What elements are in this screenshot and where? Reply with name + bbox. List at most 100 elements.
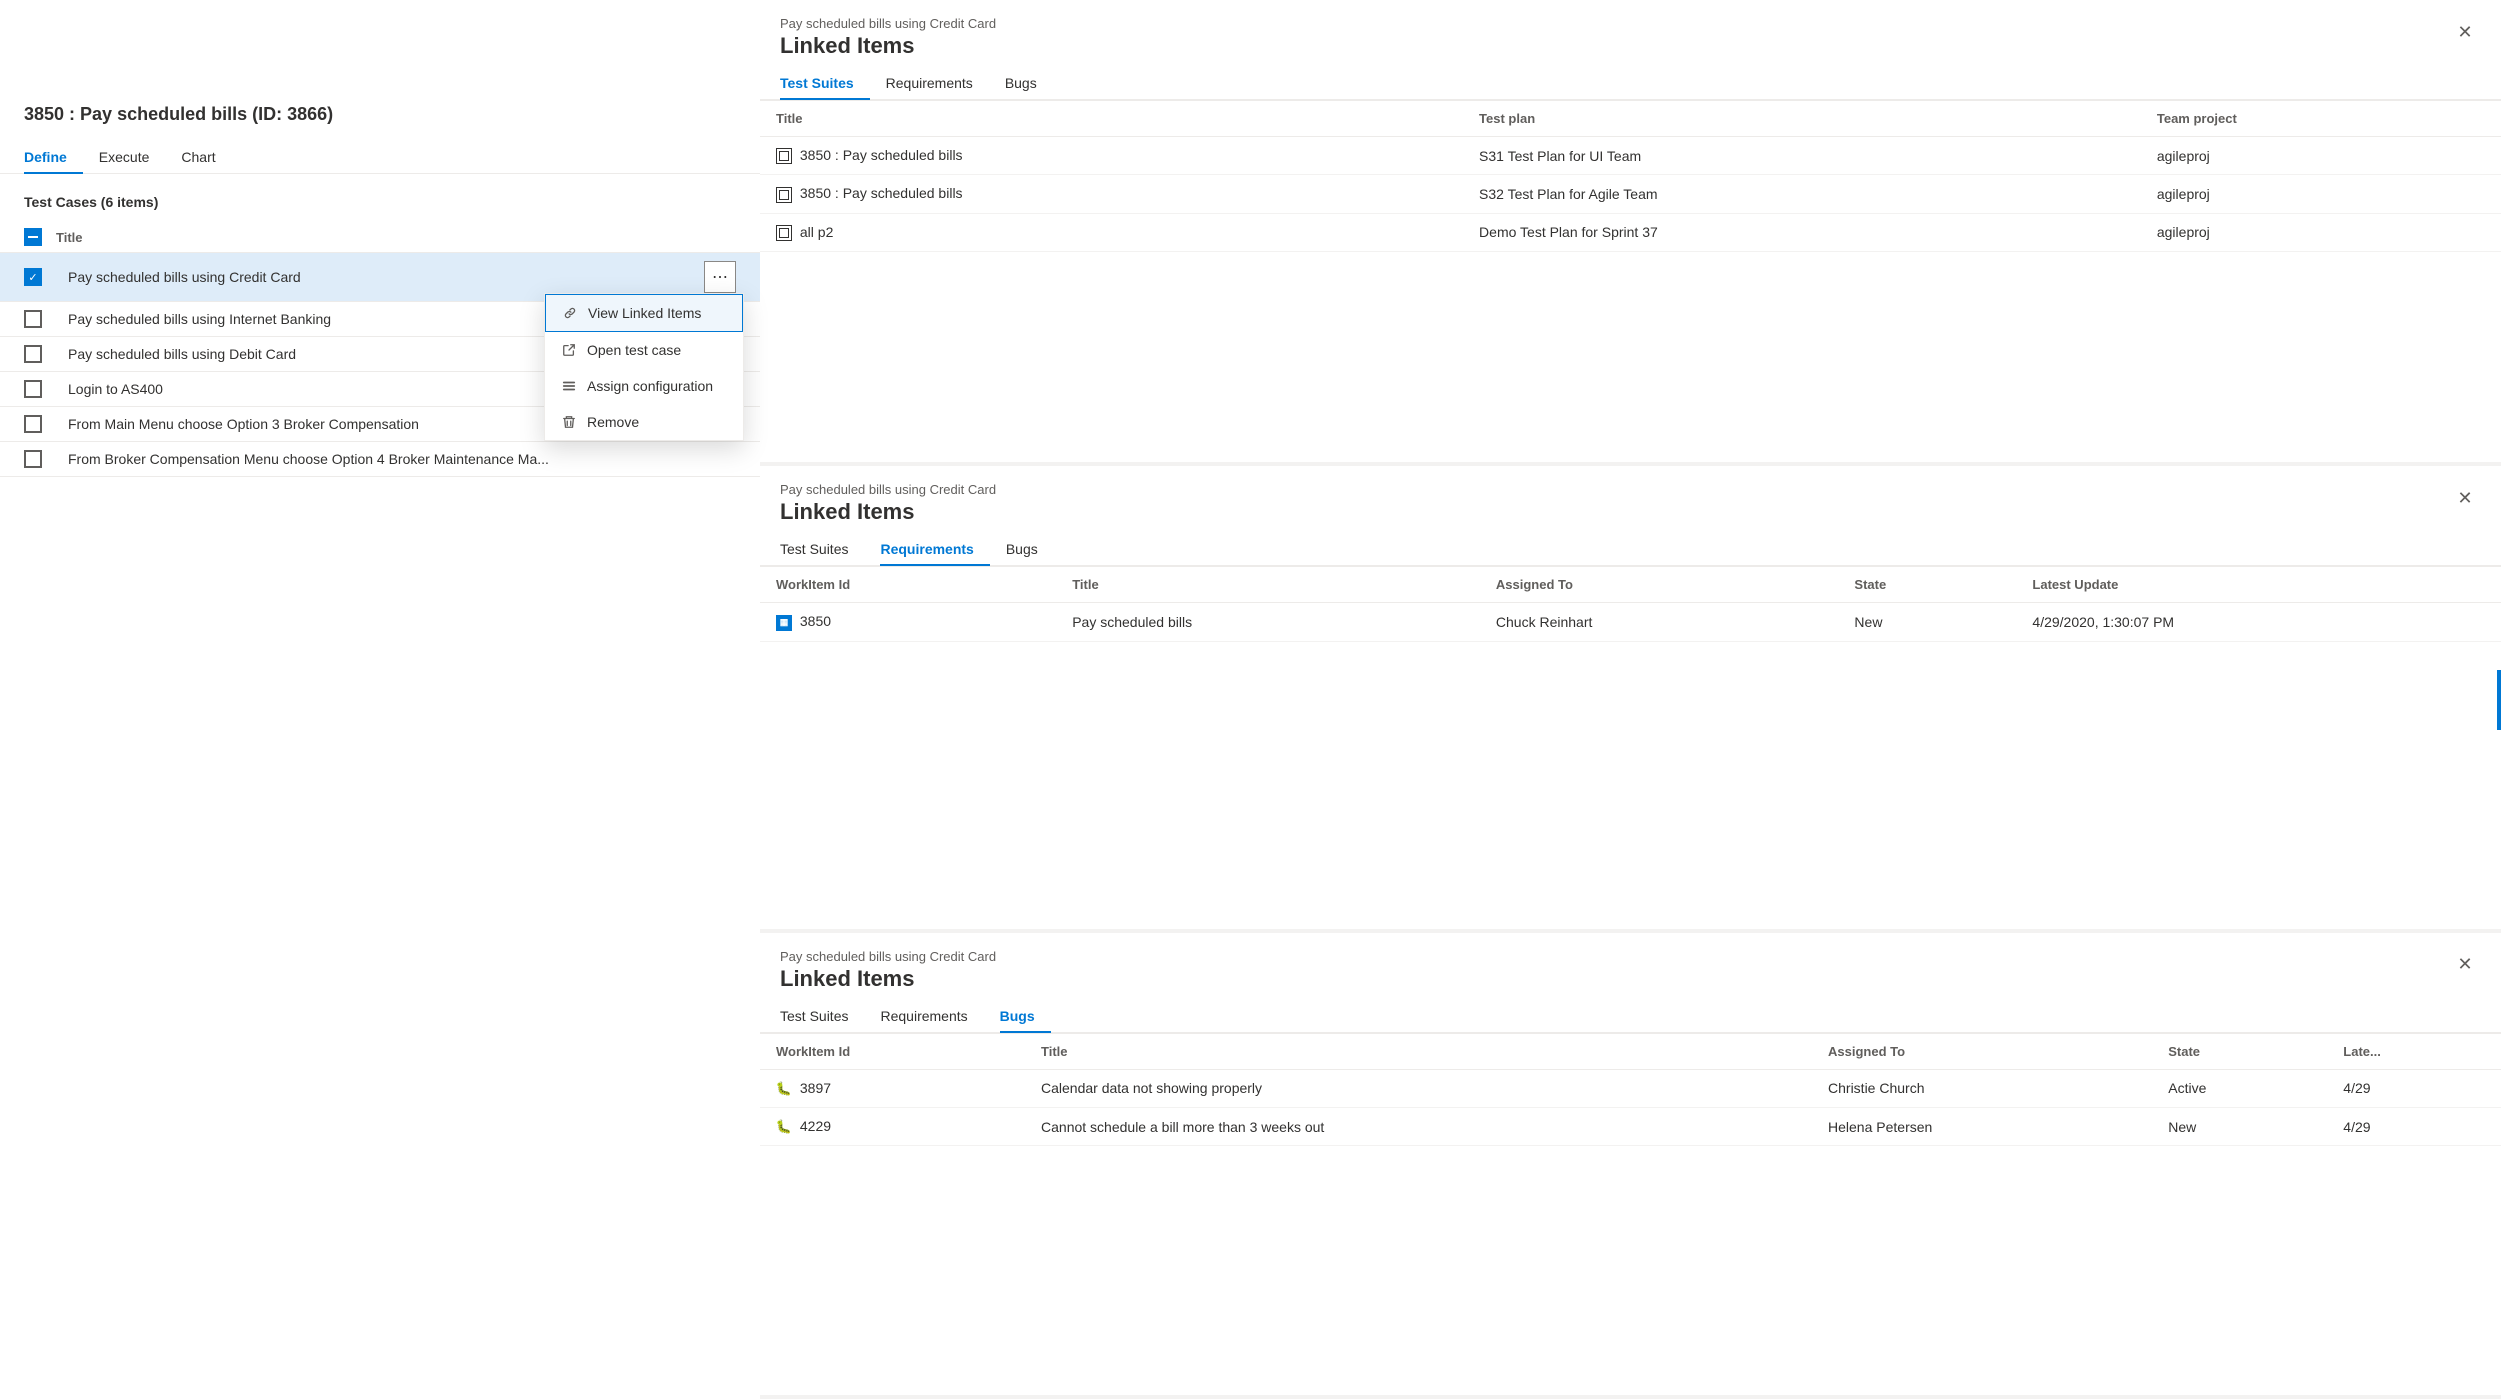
row-checkbox[interactable] bbox=[24, 415, 42, 433]
panel-3-cell-update: 4/29 bbox=[2327, 1107, 2501, 1145]
linked-items-panel-2: Pay scheduled bills using Credit Card Li… bbox=[760, 466, 2501, 928]
open-icon bbox=[561, 342, 577, 358]
remove-label: Remove bbox=[587, 414, 639, 430]
panel-2-row: ▦ 3850 Pay scheduled bills Chuck Reinhar… bbox=[760, 603, 2501, 641]
context-menu-item-remove[interactable]: Remove bbox=[545, 404, 743, 440]
panel-3-row: 🐛 3897 Calendar data not showing properl… bbox=[760, 1069, 2501, 1107]
panel-1-cell-testplan: Demo Test Plan for Sprint 37 bbox=[1463, 213, 2141, 251]
panel-1-header-text: Pay scheduled bills using Credit Card Li… bbox=[780, 16, 996, 59]
workitem-icon: ▦ bbox=[776, 615, 792, 631]
table-header: Title bbox=[0, 222, 760, 253]
col-teamproject: Team project bbox=[2141, 101, 2501, 137]
panel-3-cell-title: Cannot schedule a bill more than 3 weeks… bbox=[1025, 1107, 1812, 1145]
panel-1-row: 3850 : Pay scheduled bills S32 Test Plan… bbox=[760, 175, 2501, 213]
panel-3-cell-title: Calendar data not showing properly bbox=[1025, 1069, 1812, 1107]
panel-1-table-wrapper: Title Test plan Team project 3850 : Pay … bbox=[760, 100, 2501, 252]
select-all-checkbox[interactable] bbox=[24, 228, 56, 246]
panel-3-tab-bugs[interactable]: Bugs bbox=[1000, 1000, 1051, 1032]
context-menu: View Linked Items Open test case bbox=[544, 293, 744, 441]
suite-icon bbox=[776, 148, 792, 164]
col-state: State bbox=[2152, 1034, 2327, 1070]
panel-1-title: Linked Items bbox=[780, 33, 996, 59]
panel-2-header: Pay scheduled bills using Credit Card Li… bbox=[760, 466, 2501, 525]
open-test-label: Open test case bbox=[587, 342, 681, 358]
panel-1-tab-bugs[interactable]: Bugs bbox=[1005, 67, 1053, 99]
panel-2-tab-bugs[interactable]: Bugs bbox=[1006, 533, 1054, 565]
panel-2-table: WorkItem Id Title Assigned To State Late… bbox=[760, 567, 2501, 641]
row-checkbox[interactable] bbox=[24, 310, 42, 328]
context-menu-item-view-linked[interactable]: View Linked Items bbox=[545, 294, 743, 332]
row-title: Pay scheduled bills using Credit Card bbox=[68, 269, 704, 285]
col-assigned-to: Assigned To bbox=[1812, 1034, 2152, 1070]
row-checkbox[interactable] bbox=[24, 380, 42, 398]
row-checkbox[interactable] bbox=[24, 450, 42, 468]
panel-2-cell-assigned: Chuck Reinhart bbox=[1480, 603, 1839, 641]
panel-1-cell-teamproject: agileproj bbox=[2141, 137, 2501, 175]
panel-2-cell-update: 4/29/2020, 1:30:07 PM bbox=[2016, 603, 2501, 641]
panel-1-cell-teamproject: agileproj bbox=[2141, 175, 2501, 213]
panel-2-tab-testsuites[interactable]: Test Suites bbox=[780, 533, 864, 565]
indeterminate-checkbox[interactable] bbox=[24, 228, 42, 246]
panel-1-tabs: Test Suites Requirements Bugs bbox=[760, 67, 2501, 100]
view-linked-label: View Linked Items bbox=[588, 305, 701, 321]
panel-2-tab-requirements[interactable]: Requirements bbox=[880, 533, 989, 565]
col-title: Title bbox=[1025, 1034, 1812, 1070]
panel-1-tab-testsuites[interactable]: Test Suites bbox=[780, 67, 870, 99]
panel-1-tab-requirements[interactable]: Requirements bbox=[886, 67, 989, 99]
linked-items-panel-1: Pay scheduled bills using Credit Card Li… bbox=[760, 0, 2501, 462]
panel-3-cell-workitemid: 🐛 4229 bbox=[760, 1107, 1025, 1145]
row-title: From Broker Compensation Menu choose Opt… bbox=[68, 451, 736, 467]
panel-1-close-button[interactable]: ✕ bbox=[2449, 16, 2481, 48]
panel-3-close-button[interactable]: ✕ bbox=[2449, 949, 2481, 981]
panel-2-subtitle: Pay scheduled bills using Credit Card bbox=[780, 482, 996, 497]
panel-2-cell-title: Pay scheduled bills bbox=[1056, 603, 1480, 641]
panel-3-tab-requirements[interactable]: Requirements bbox=[880, 1000, 983, 1032]
col-title: Title bbox=[1056, 567, 1480, 603]
panel-2-tabs: Test Suites Requirements Bugs bbox=[760, 533, 2501, 566]
panel-3-header: Pay scheduled bills using Credit Card Li… bbox=[760, 933, 2501, 992]
panel-3-table-wrapper: WorkItem Id Title Assigned To State Late… bbox=[760, 1033, 2501, 1147]
panel-3-subtitle: Pay scheduled bills using Credit Card bbox=[780, 949, 996, 964]
row-checkbox[interactable] bbox=[24, 345, 42, 363]
panel-2-cell-state: New bbox=[1838, 603, 2016, 641]
col-state: State bbox=[1838, 567, 2016, 603]
panel-2-header-text: Pay scheduled bills using Credit Card Li… bbox=[780, 482, 996, 525]
list-icon bbox=[561, 378, 577, 394]
panel-2-title: Linked Items bbox=[780, 499, 996, 525]
panel-3-cell-assigned: Christie Church bbox=[1812, 1069, 2152, 1107]
tab-chart[interactable]: Chart bbox=[181, 141, 231, 173]
panel-3-tab-testsuites[interactable]: Test Suites bbox=[780, 1000, 864, 1032]
left-panel: 3850 : Pay scheduled bills (ID: 3866) De… bbox=[0, 0, 760, 1399]
tab-define[interactable]: Define bbox=[24, 141, 83, 173]
panel-2-close-button[interactable]: ✕ bbox=[2449, 482, 2481, 514]
panel-1-table: Title Test plan Team project 3850 : Pay … bbox=[760, 101, 2501, 252]
table-row[interactable]: Pay scheduled bills using Credit Card ⋯ … bbox=[0, 253, 760, 302]
panel-1-row: 3850 : Pay scheduled bills S31 Test Plan… bbox=[760, 137, 2501, 175]
panel-1-cell-title: 3850 : Pay scheduled bills bbox=[760, 137, 1463, 175]
panel-1-cell-title: 3850 : Pay scheduled bills bbox=[760, 175, 1463, 213]
panel-1-subtitle: Pay scheduled bills using Credit Card bbox=[780, 16, 996, 31]
scroll-indicator bbox=[2497, 670, 2501, 730]
col-latest-update: Latest Update bbox=[2016, 567, 2501, 603]
panel-3-cell-workitemid: 🐛 3897 bbox=[760, 1069, 1025, 1107]
col-title: Title bbox=[760, 101, 1463, 137]
bug-icon: 🐛 bbox=[776, 1081, 792, 1097]
panel-3-row: 🐛 4229 Cannot schedule a bill more than … bbox=[760, 1107, 2501, 1145]
col-workitem-id: WorkItem Id bbox=[760, 567, 1056, 603]
row-checkbox[interactable] bbox=[24, 268, 42, 286]
col-workitem-id: WorkItem Id bbox=[760, 1034, 1025, 1070]
title-column-header: Title bbox=[56, 230, 736, 245]
panel-1-cell-testplan: S31 Test Plan for UI Team bbox=[1463, 137, 2141, 175]
test-cases-header: Test Cases (6 items) bbox=[0, 174, 760, 222]
context-menu-item-open-test[interactable]: Open test case bbox=[545, 332, 743, 368]
panel-1-row: all p2 Demo Test Plan for Sprint 37 agil… bbox=[760, 213, 2501, 251]
tab-bar: Define Execute Chart bbox=[0, 141, 760, 174]
bug-icon: 🐛 bbox=[776, 1119, 792, 1135]
tab-execute[interactable]: Execute bbox=[99, 141, 166, 173]
panel-2-table-wrapper: WorkItem Id Title Assigned To State Late… bbox=[760, 566, 2501, 641]
context-menu-item-assign-config[interactable]: Assign configuration bbox=[545, 368, 743, 404]
row-actions-button[interactable]: ⋯ bbox=[704, 261, 736, 293]
right-panels: Pay scheduled bills using Credit Card Li… bbox=[760, 0, 2501, 1399]
table-row[interactable]: From Broker Compensation Menu choose Opt… bbox=[0, 442, 760, 477]
col-assigned-to: Assigned To bbox=[1480, 567, 1839, 603]
